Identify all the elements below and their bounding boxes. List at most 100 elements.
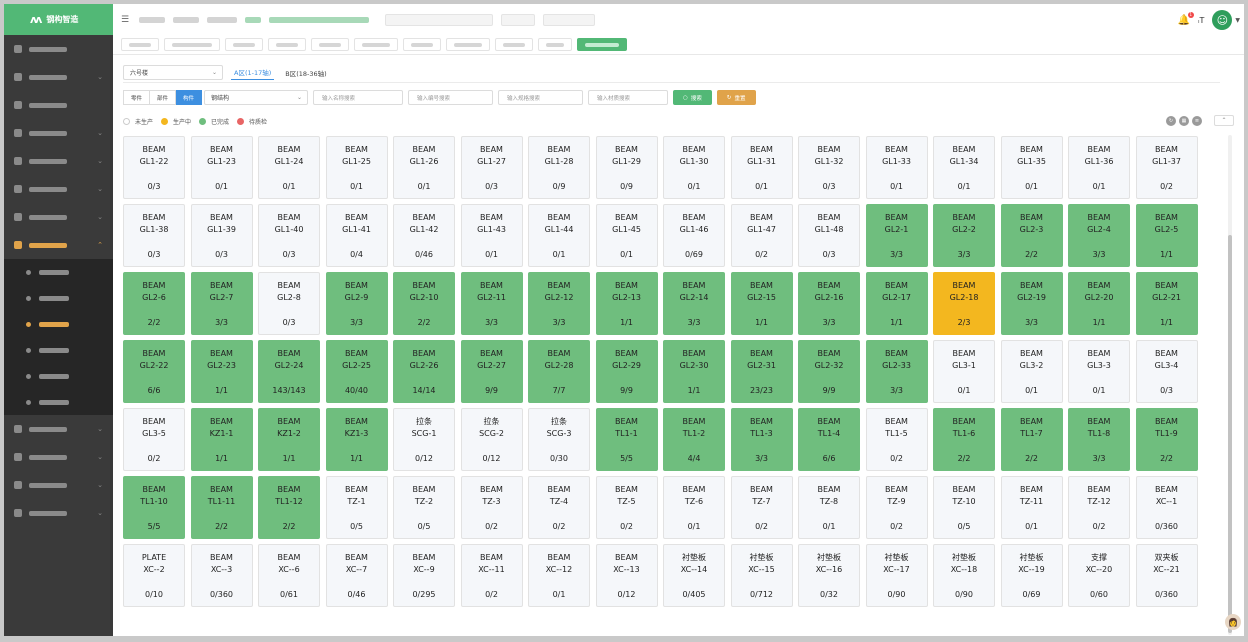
member-card[interactable]: BEAM GL2-8 0/3 [258,272,320,335]
member-card[interactable]: BEAM TL1-11 2/2 [190,476,253,539]
name-search-input[interactable]: 输入名称搜索 [313,90,404,105]
member-card[interactable]: BEAM GL2-25 40/40 [325,340,388,403]
segment-component[interactable]: 部件 [150,90,177,105]
member-card[interactable]: BEAM GL1-22 0/3 [123,136,185,199]
member-card[interactable]: BEAM GL1-43 0/1 [460,204,523,267]
member-card[interactable]: BEAM KZ1-3 1/1 [325,408,388,471]
member-card[interactable]: BEAM XC--7 0/46 [325,544,388,607]
member-card[interactable]: BEAM GL2-11 3/3 [460,272,523,335]
segment-part[interactable]: 零件 [123,90,151,105]
member-card[interactable]: BEAM TL1-8 3/3 [1068,408,1130,471]
member-card[interactable]: BEAM TL1-9 2/2 [1135,408,1198,471]
member-card[interactable]: 衬垫板 XC--14 0/405 [663,544,725,607]
menu-toggle-icon[interactable]: ☰ [121,15,129,25]
member-card[interactable]: BEAM GL3-2 0/1 [1000,340,1063,403]
zone-tab-b[interactable]: B区(18-36轴) [282,65,329,80]
member-card[interactable]: 支撑 XC--20 0/60 [1068,544,1130,607]
spec-search-input[interactable]: 输入规格搜索 [498,90,584,105]
page-tab[interactable] [495,38,533,51]
member-card[interactable]: BEAM TL1-5 0/2 [865,408,928,471]
sidebar-subitem[interactable] [4,389,113,415]
reset-button[interactable]: ↻ 重置 [716,90,756,105]
member-card[interactable]: BEAM GL1-31 0/1 [730,136,793,199]
member-card[interactable]: BEAM GL2-3 2/2 [1000,204,1063,267]
member-card[interactable]: 拉条 SCG-3 0/30 [528,408,590,471]
member-card[interactable]: BEAM XC--6 0/61 [258,544,320,607]
member-card[interactable]: BEAM GL2-32 9/9 [798,340,860,403]
member-card[interactable]: BEAM GL2-26 14/14 [393,340,455,403]
member-card[interactable]: BEAM GL2-29 9/9 [595,340,658,403]
sidebar-subitem[interactable] [4,337,113,363]
bell-icon[interactable]: 🔔 1 [1178,11,1195,26]
member-card[interactable]: BEAM TZ-11 0/1 [1000,476,1063,539]
member-card[interactable]: BEAM XC--11 0/2 [460,544,523,607]
member-card[interactable]: BEAM XC--13 0/12 [595,544,658,607]
scrollbar[interactable] [1228,135,1232,635]
member-card[interactable]: BEAM TZ-3 0/2 [460,476,523,539]
sidebar-nav-item-active[interactable]: ⌃ [4,231,113,259]
app-logo[interactable]: ʌʌ 钢构智造 [4,4,113,35]
sidebar-subitem[interactable] [4,259,113,285]
member-card[interactable]: BEAM GL1-41 0/4 [325,204,388,267]
page-tab-active[interactable] [577,38,627,51]
page-tab[interactable] [268,38,306,51]
member-card[interactable]: BEAM GL1-44 0/1 [528,204,590,267]
member-card[interactable]: BEAM GL1-42 0/46 [393,204,455,267]
sidebar-nav-item[interactable]: ⌄ [4,63,113,91]
member-card[interactable]: BEAM TZ-4 0/2 [528,476,590,539]
member-card[interactable]: BEAM TL1-4 6/6 [798,408,860,471]
member-card[interactable]: BEAM TL1-10 5/5 [123,476,185,539]
avatar[interactable]: ☺ [1212,10,1233,30]
page-tab[interactable] [311,38,349,51]
member-card[interactable]: BEAM XC--1 0/360 [1135,476,1198,539]
member-card[interactable]: 衬垫板 XC--15 0/712 [730,544,793,607]
member-card[interactable]: BEAM TZ-10 0/5 [933,476,995,539]
member-card[interactable]: BEAM GL2-27 9/9 [460,340,523,403]
member-card[interactable]: BEAM TZ-7 0/2 [730,476,793,539]
sidebar-subitem[interactable] [4,363,113,389]
member-card[interactable]: BEAM GL2-2 3/3 [933,204,995,267]
member-card[interactable]: BEAM GL3-5 0/2 [123,408,185,471]
member-card[interactable]: BEAM TZ-8 0/1 [798,476,860,539]
member-card[interactable]: BEAM GL2-20 1/1 [1068,272,1130,335]
building-select[interactable]: 六号楼 ⌄ [123,65,223,80]
sidebar-nav-item[interactable] [4,91,113,119]
scrollbar-thumb[interactable] [1228,235,1232,633]
page-tab[interactable] [121,38,159,51]
member-card[interactable]: BEAM GL2-16 3/3 [798,272,860,335]
member-card[interactable]: BEAM GL2-17 1/1 [865,272,928,335]
member-card[interactable]: BEAM GL1-27 0/3 [460,136,523,199]
member-card[interactable]: BEAM GL2-19 3/3 [1000,272,1063,335]
member-card[interactable]: BEAM GL2-22 6/6 [123,340,185,403]
member-card[interactable]: BEAM GL1-28 0/9 [528,136,590,199]
member-card[interactable]: BEAM GL2-23 1/1 [190,340,253,403]
sidebar-nav-item[interactable]: ⌄ [4,415,113,443]
member-card[interactable]: BEAM GL2-14 3/3 [663,272,725,335]
member-card[interactable]: BEAM GL3-1 0/1 [933,340,995,403]
member-card[interactable]: BEAM GL1-32 0/3 [798,136,860,199]
member-card[interactable]: BEAM GL1-47 0/2 [730,204,793,267]
refresh-icon[interactable]: ↻ [1166,115,1176,126]
member-card[interactable]: BEAM GL1-37 0/2 [1135,136,1198,199]
member-card[interactable]: BEAM GL1-26 0/1 [393,136,455,199]
member-card[interactable]: 衬垫板 XC--16 0/32 [798,544,860,607]
member-card[interactable]: BEAM GL2-28 7/7 [528,340,590,403]
member-card[interactable]: BEAM TL1-3 3/3 [730,408,793,471]
member-card[interactable]: BEAM GL2-18 2/3 [933,272,995,335]
chevron-down-icon[interactable]: ▼ [1235,17,1240,24]
sidebar-subitem[interactable] [4,285,113,311]
member-card[interactable]: BEAM GL1-25 0/1 [325,136,388,199]
page-tab[interactable] [354,38,398,51]
member-card[interactable]: BEAM GL2-10 2/2 [393,272,455,335]
member-card[interactable]: BEAM GL1-39 0/3 [190,204,253,267]
material-search-input[interactable]: 输入材质搜索 [588,90,669,105]
member-card[interactable]: BEAM TL1-12 2/2 [258,476,320,539]
member-card[interactable]: BEAM GL1-48 0/3 [798,204,860,267]
page-tab[interactable] [446,38,490,51]
member-card[interactable]: BEAM GL2-31 23/23 [730,340,793,403]
search-button[interactable]: ○ 搜索 [673,90,712,105]
member-card[interactable]: BEAM GL1-46 0/69 [663,204,725,267]
member-card[interactable]: BEAM GL2-15 1/1 [730,272,793,335]
sidebar-nav-item[interactable]: ⌄ [4,119,113,147]
member-card[interactable]: 衬垫板 XC--19 0/69 [1000,544,1063,607]
